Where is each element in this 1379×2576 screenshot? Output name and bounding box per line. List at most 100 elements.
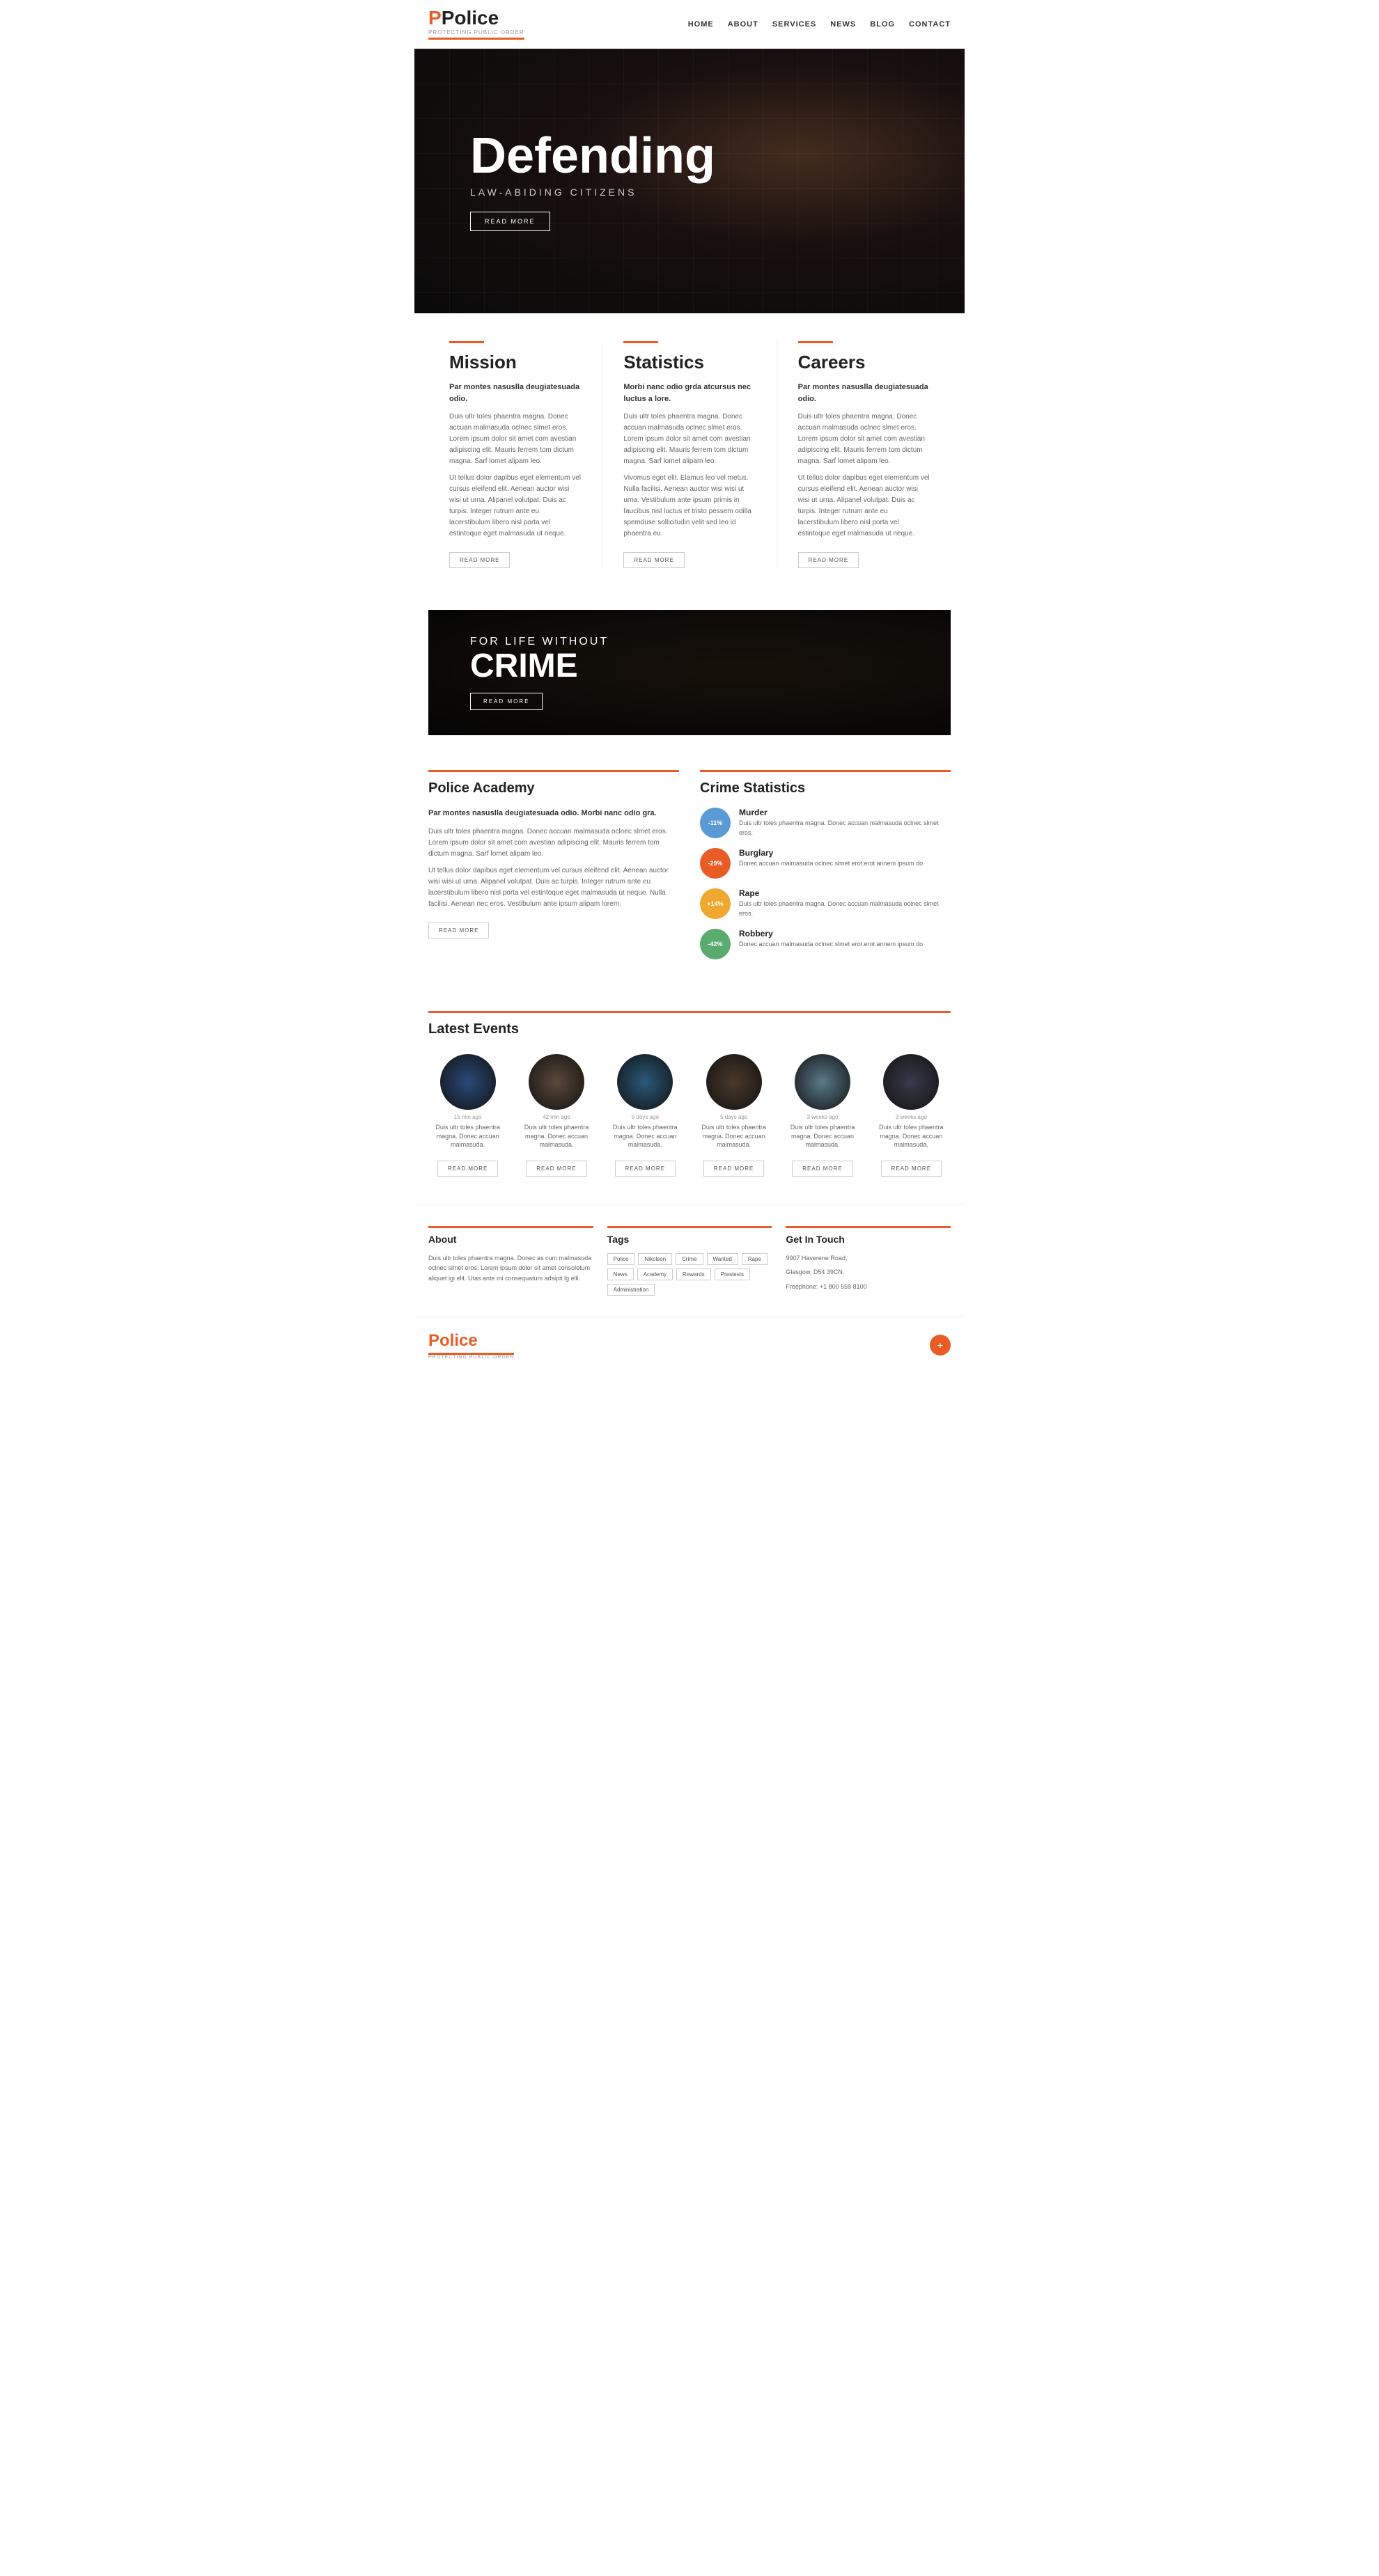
event-time: 42 min ago	[517, 1114, 595, 1120]
event-image	[795, 1054, 850, 1110]
event-read-more-button[interactable]: READ MORE	[881, 1161, 942, 1177]
hero-read-more-button[interactable]: READ MORE	[470, 212, 550, 231]
stat-title: Rape	[739, 888, 951, 898]
hero-subtitle: LAW-ABIDING CITIZENS	[470, 187, 715, 198]
event-time: 5 days ago	[694, 1114, 773, 1120]
crime-stat-item: -42% Robbery Donec accuan malmasuda ocln…	[700, 929, 951, 959]
stat-info: Robbery Donec accuan malmasuda oclnec sl…	[739, 929, 923, 950]
stat-badge: -42%	[700, 929, 731, 959]
event-card: 5 days ago Duis ultr toles phaentra magn…	[694, 1054, 773, 1177]
stat-info: Burglary Donec accuan malmasuda oclnec s…	[739, 848, 923, 869]
logo-tagline: Protecting Public Order	[428, 29, 524, 36]
crime-statistics-panel: Crime Statistics -11% Murder Duis ultr t…	[700, 770, 951, 969]
stat-desc: Duis ultr toles phaentra magna. Donec ac…	[739, 900, 951, 918]
mission-read-more-button[interactable]: READ MORE	[449, 552, 510, 568]
stat-badge: -11%	[700, 808, 731, 838]
tag-item[interactable]: Rewards	[676, 1269, 711, 1280]
tag-item[interactable]: Rape	[742, 1253, 768, 1265]
crime-stat-item: -11% Murder Duis ultr toles phaentra mag…	[700, 808, 951, 838]
tag-item[interactable]: Prestests	[715, 1269, 750, 1280]
crime-statistics-header: Crime Statistics	[700, 770, 951, 796]
tag-item[interactable]: Crime	[676, 1253, 703, 1265]
hero-content: Defending LAW-ABIDING CITIZENS READ MORE	[414, 131, 771, 231]
mission-p1: Duis ultr toles phaentra magna. Donec ac…	[449, 411, 581, 467]
footer-logo-p: P	[428, 1331, 439, 1350]
three-columns-section: Mission Par montes nasuslla deugiatesuad…	[414, 313, 965, 596]
nav-contact[interactable]: CONTACT	[909, 20, 951, 29]
stat-title: Burglary	[739, 848, 923, 858]
event-read-more-button[interactable]: READ MORE	[792, 1161, 852, 1177]
mission-card: Mission Par montes nasuslla deugiatesuad…	[428, 341, 602, 568]
footer-top: About Duis ultr toles phaentra magna. Do…	[414, 1204, 965, 1317]
event-image	[529, 1054, 584, 1110]
crime-content: FOR LIFE WITHOUT CRIME READ MORE	[470, 636, 609, 710]
event-time: 3 weeks ago	[783, 1114, 862, 1120]
statistics-lead: Morbi nanc odio grda atcursus nec luctus…	[623, 382, 755, 405]
crime-read-more-button[interactable]: READ MORE	[470, 693, 543, 710]
police-academy-header: Police Academy	[428, 770, 679, 796]
statistics-p2: Vivomus eget elit. Elamus leo vel metus.…	[623, 473, 755, 540]
stat-badge: -29%	[700, 848, 731, 879]
statistics-p1: Duis ultr toles phaentra magna. Donec ac…	[623, 411, 755, 467]
event-time: 5 days ago	[606, 1114, 685, 1120]
stat-desc: Donec accuan malmasuda oclnec slmet erot…	[739, 859, 923, 869]
back-to-top-button[interactable]: +	[930, 1335, 951, 1356]
event-read-more-button[interactable]: READ MORE	[703, 1161, 764, 1177]
careers-accent	[798, 341, 833, 343]
crime-title: CRIME	[470, 650, 609, 683]
latest-events-header: Latest Events	[428, 1011, 951, 1037]
contact-phone: Freephone: +1 800 559 8100	[786, 1282, 951, 1291]
careers-card: Careers Par montes nasuslla deugiatesuad…	[777, 341, 951, 568]
event-desc: Duis ultr toles phaentra magna. Donec ac…	[517, 1123, 595, 1149]
police-academy-lead: Par montes nasuslla deugiatesuada odio. …	[428, 808, 679, 819]
event-card: 3 weeks ago Duis ultr toles phaentra mag…	[872, 1054, 951, 1177]
nav-services[interactable]: SERVICES	[772, 20, 816, 29]
event-image	[883, 1054, 939, 1110]
tag-item[interactable]: Academy	[637, 1269, 673, 1280]
police-academy-panel: Police Academy Par montes nasuslla deugi…	[428, 770, 679, 969]
careers-read-more-button[interactable]: READ MORE	[798, 552, 859, 568]
event-image	[617, 1054, 673, 1110]
event-time: 15 min ago	[428, 1114, 507, 1120]
mission-accent	[449, 341, 484, 343]
crime-banner: FOR LIFE WITHOUT CRIME READ MORE	[428, 610, 951, 735]
footer-tagline: Protecting Public Order	[428, 1355, 514, 1360]
statistics-title: Statistics	[623, 352, 755, 373]
event-read-more-button[interactable]: READ MORE	[437, 1161, 498, 1177]
nav-home[interactable]: HOME	[688, 20, 714, 29]
crime-pre-text: FOR LIFE WITHOUT	[470, 636, 609, 648]
nav-news[interactable]: NEWS	[830, 20, 856, 29]
event-card: 5 days ago Duis ultr toles phaentra magn…	[606, 1054, 685, 1177]
latest-events-section: Latest Events 15 min ago Duis ultr toles…	[414, 990, 965, 1197]
event-read-more-button[interactable]: READ MORE	[615, 1161, 676, 1177]
crime-stat-item: +14% Rape Duis ultr toles phaentra magna…	[700, 888, 951, 919]
tag-item[interactable]: Police	[607, 1253, 635, 1265]
tag-item[interactable]: Administration	[607, 1284, 655, 1296]
footer-about: About Duis ultr toles phaentra magna. Do…	[428, 1226, 593, 1296]
stat-title: Robbery	[739, 929, 923, 938]
event-desc: Duis ultr toles phaentra magna. Donec ac…	[694, 1123, 773, 1149]
event-read-more-button[interactable]: READ MORE	[526, 1161, 586, 1177]
police-academy-read-more-button[interactable]: READ MORE	[428, 922, 489, 938]
tag-item[interactable]: News	[607, 1269, 634, 1280]
footer-contact-title: Get In Touch	[786, 1226, 951, 1245]
footer-tags-title: Tags	[607, 1226, 772, 1245]
tag-item[interactable]: Nikolson	[638, 1253, 672, 1265]
logo-title: PPolice	[428, 8, 524, 28]
logo-accent: P	[428, 7, 442, 29]
hero-section: Defending LAW-ABIDING CITIZENS READ MORE	[414, 49, 965, 313]
tag-item[interactable]: Wanted	[707, 1253, 738, 1265]
careers-p2: Ut tellus dolor dapibus eget elementum v…	[798, 473, 930, 540]
two-panel-section: Police Academy Par montes nasuslla deugi…	[414, 749, 965, 990]
contact-city: Glasgow, D54 39CN.	[786, 1267, 951, 1277]
footer-contact: Get In Touch 9907 Haverene Road, Glasgow…	[786, 1226, 951, 1296]
stat-badge: +14%	[700, 888, 731, 919]
nav-blog[interactable]: BLOG	[870, 20, 895, 29]
main-nav: HOME ABOUT SERVICES NEWS BLOG CONTACT	[688, 20, 951, 29]
stat-info: Murder Duis ultr toles phaentra magna. D…	[739, 808, 951, 838]
footer-tags: Tags PoliceNikolson Crime Wanted Rape NewsAc…	[607, 1226, 772, 1296]
event-card: 42 min ago Duis ultr toles phaentra magn…	[517, 1054, 595, 1177]
statistics-read-more-button[interactable]: READ MORE	[623, 552, 684, 568]
footer-logo-title: Police	[428, 1331, 514, 1351]
nav-about[interactable]: ABOUT	[728, 20, 758, 29]
